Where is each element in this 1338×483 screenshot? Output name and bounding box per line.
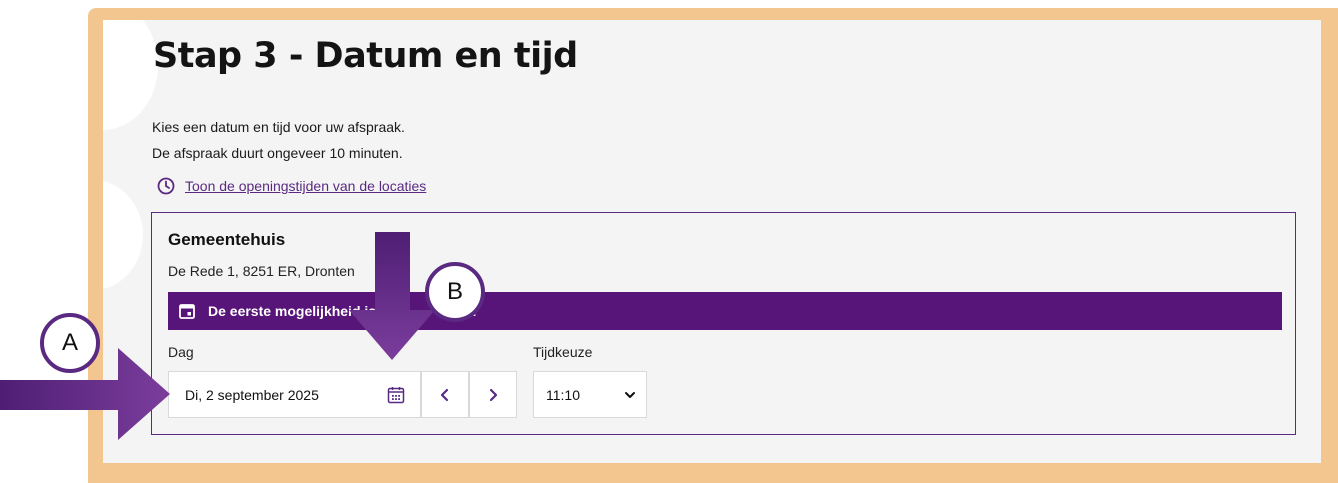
callout-a: A bbox=[40, 313, 100, 373]
page-title: Stap 3 - Datum en tijd bbox=[153, 36, 578, 76]
time-label: Tijdkeuze bbox=[533, 344, 593, 360]
next-day-button[interactable] bbox=[469, 371, 517, 418]
intro-line-2: De afspraak duurt ongeveer 10 minuten. bbox=[152, 145, 403, 161]
intro-line-1: Kies een datum en tijd voor uw afspraak. bbox=[152, 119, 405, 135]
clock-icon bbox=[157, 177, 175, 195]
chevron-down-icon bbox=[625, 391, 635, 398]
callout-b: B bbox=[425, 262, 485, 322]
time-select[interactable]: 11:10 bbox=[533, 371, 647, 418]
previous-day-button[interactable] bbox=[421, 371, 469, 418]
chevron-right-icon bbox=[489, 388, 498, 401]
opening-hours-link[interactable]: Toon de openingstijden van de locaties bbox=[157, 177, 426, 195]
location-address: De Rede 1, 8251 ER, Dronten bbox=[168, 263, 355, 279]
first-availability-banner: De eerste mogelijkheid is a d bbox=[168, 292, 1282, 330]
chevron-left-icon bbox=[440, 388, 449, 401]
decorative-shape bbox=[103, 180, 143, 290]
opening-hours-link-label[interactable]: Toon de openingstijden van de locaties bbox=[185, 178, 426, 194]
decorative-shape bbox=[103, 20, 158, 130]
calendar-icon[interactable] bbox=[386, 385, 406, 405]
calendar-icon bbox=[178, 302, 196, 320]
time-select-value: 11:10 bbox=[546, 386, 580, 403]
location-name: Gemeentehuis bbox=[168, 230, 286, 249]
date-input-value: Di, 2 september 2025 bbox=[185, 386, 319, 403]
arrow-b-icon bbox=[349, 232, 435, 360]
date-input[interactable]: Di, 2 september 2025 bbox=[168, 371, 421, 418]
